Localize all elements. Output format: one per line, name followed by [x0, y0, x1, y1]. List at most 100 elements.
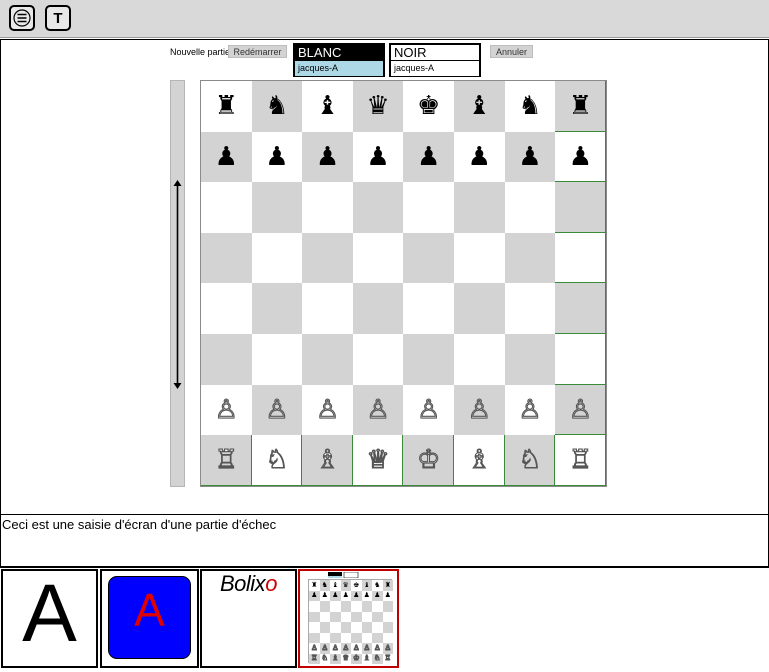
square-h3[interactable]	[555, 333, 606, 385]
square-g4[interactable]	[504, 283, 556, 334]
square-b2[interactable]: ♙	[251, 384, 303, 436]
piece-a7[interactable]: ♟	[215, 144, 238, 170]
square-f1[interactable]: ♗	[453, 435, 505, 486]
square-d1[interactable]: ♕	[352, 435, 404, 486]
piece-g7[interactable]: ♟	[518, 144, 541, 170]
square-e7[interactable]: ♟	[403, 131, 454, 183]
text-tool-button[interactable]: T	[45, 5, 71, 31]
square-a1[interactable]: ♖	[201, 435, 252, 486]
piece-a1[interactable]: ♖	[214, 447, 238, 474]
piece-c2[interactable]: ♙	[315, 396, 339, 423]
square-f8[interactable]: ♝	[453, 81, 505, 132]
square-d4[interactable]	[352, 283, 404, 334]
square-h4[interactable]	[555, 283, 606, 334]
piece-e1[interactable]: ♔	[416, 447, 440, 474]
piece-h2[interactable]: ♙	[568, 396, 592, 423]
piece-h8[interactable]: ♜	[569, 93, 592, 119]
square-b4[interactable]	[251, 283, 303, 334]
square-b3[interactable]	[251, 333, 303, 385]
piece-a8[interactable]: ♜	[215, 93, 238, 119]
cancel-button[interactable]: Annuler	[490, 45, 533, 58]
square-f6[interactable]	[453, 182, 505, 233]
piece-c7[interactable]: ♟	[316, 144, 339, 170]
square-a4[interactable]	[201, 283, 252, 334]
square-f5[interactable]	[453, 232, 505, 284]
square-b6[interactable]	[251, 182, 303, 233]
piece-b8[interactable]: ♞	[265, 93, 288, 119]
square-d6[interactable]	[352, 182, 404, 233]
square-g3[interactable]	[504, 333, 556, 385]
square-h6[interactable]	[555, 182, 606, 233]
square-g8[interactable]: ♞	[504, 81, 556, 132]
square-c2[interactable]: ♙	[302, 384, 353, 436]
square-a6[interactable]	[201, 182, 252, 233]
square-e5[interactable]	[403, 232, 454, 284]
piece-d8[interactable]: ♛	[366, 93, 389, 119]
square-a8[interactable]: ♜	[201, 81, 252, 132]
thumbnail-letter-a[interactable]: A	[1, 569, 98, 668]
restart-button[interactable]: Redémarrer	[228, 45, 287, 58]
square-e3[interactable]	[403, 333, 454, 385]
square-b7[interactable]: ♟	[251, 131, 303, 183]
piece-e2[interactable]: ♙	[416, 396, 440, 423]
piece-g8[interactable]: ♞	[518, 93, 541, 119]
square-c7[interactable]: ♟	[302, 131, 353, 183]
piece-b1[interactable]: ♘	[265, 447, 289, 474]
square-g5[interactable]	[504, 232, 556, 284]
square-g7[interactable]: ♟	[504, 131, 556, 183]
square-c3[interactable]	[302, 333, 353, 385]
piece-e7[interactable]: ♟	[417, 144, 440, 170]
square-a7[interactable]: ♟	[201, 131, 252, 183]
square-h2[interactable]: ♙	[555, 384, 606, 436]
square-f7[interactable]: ♟	[453, 131, 505, 183]
square-h8[interactable]: ♜	[555, 81, 606, 132]
square-a3[interactable]	[201, 333, 252, 385]
square-c8[interactable]: ♝	[302, 81, 353, 132]
piece-h1[interactable]: ♖	[568, 447, 592, 474]
square-d2[interactable]: ♙	[352, 384, 404, 436]
square-b8[interactable]: ♞	[251, 81, 303, 132]
square-g6[interactable]	[504, 182, 556, 233]
piece-f1[interactable]: ♗	[467, 447, 491, 474]
square-c4[interactable]	[302, 283, 353, 334]
white-player-box[interactable]: BLANC jacques-A	[293, 43, 385, 77]
thumbnail-blue-letter-a[interactable]: A	[100, 569, 199, 668]
square-d8[interactable]: ♛	[352, 81, 404, 132]
square-e1[interactable]: ♔	[403, 435, 454, 486]
square-e6[interactable]	[403, 182, 454, 233]
square-f4[interactable]	[453, 283, 505, 334]
piece-f2[interactable]: ♙	[467, 396, 491, 423]
piece-g2[interactable]: ♙	[518, 396, 542, 423]
menu-button[interactable]	[9, 5, 35, 31]
piece-c8[interactable]: ♝	[316, 93, 339, 119]
square-h5[interactable]	[555, 232, 606, 284]
square-h7[interactable]: ♟	[555, 131, 606, 183]
square-e4[interactable]	[403, 283, 454, 334]
piece-f7[interactable]: ♟	[468, 144, 491, 170]
square-b5[interactable]	[251, 232, 303, 284]
square-d3[interactable]	[352, 333, 404, 385]
square-a2[interactable]: ♙	[201, 384, 252, 436]
square-a5[interactable]	[201, 232, 252, 284]
piece-h7[interactable]: ♟	[569, 144, 592, 170]
piece-b2[interactable]: ♙	[265, 396, 289, 423]
move-history-scrollbar[interactable]	[170, 80, 185, 487]
piece-b7[interactable]: ♟	[265, 144, 288, 170]
piece-d2[interactable]: ♙	[366, 396, 390, 423]
square-f2[interactable]: ♙	[453, 384, 505, 436]
piece-g1[interactable]: ♘	[518, 447, 542, 474]
square-c6[interactable]	[302, 182, 353, 233]
square-d5[interactable]	[352, 232, 404, 284]
piece-f8[interactable]: ♝	[468, 93, 491, 119]
square-c5[interactable]	[302, 232, 353, 284]
piece-e8[interactable]: ♚	[417, 93, 440, 119]
square-g1[interactable]: ♘	[504, 435, 556, 486]
square-c1[interactable]: ♗	[302, 435, 353, 486]
square-e2[interactable]: ♙	[403, 384, 454, 436]
square-f3[interactable]	[453, 333, 505, 385]
black-player-box[interactable]: NOIR jacques-A	[389, 43, 481, 77]
square-b1[interactable]: ♘	[251, 435, 303, 486]
piece-d1[interactable]: ♕	[366, 447, 390, 474]
square-g2[interactable]: ♙	[504, 384, 556, 436]
square-d7[interactable]: ♟	[352, 131, 404, 183]
